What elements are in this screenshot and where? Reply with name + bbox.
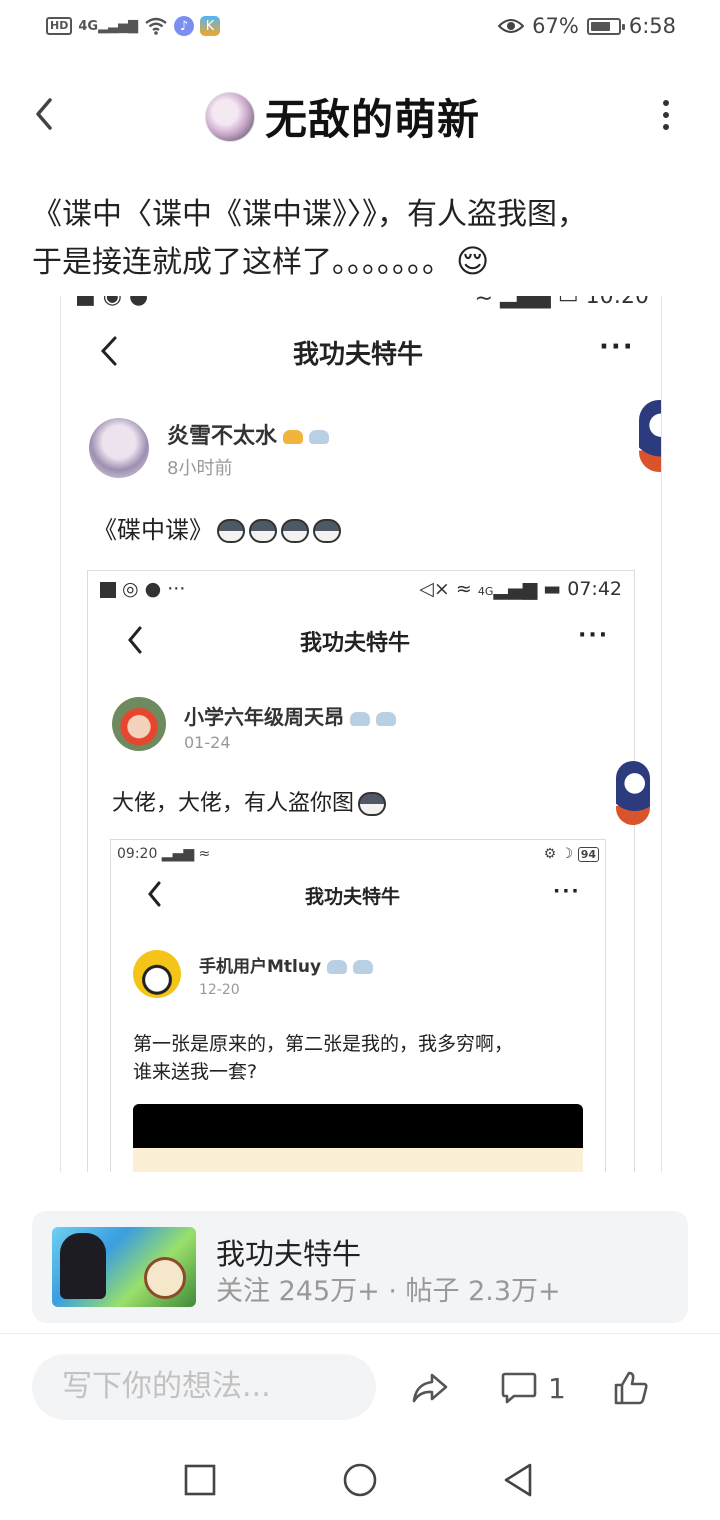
- cat-emoji-icon: [249, 519, 277, 543]
- nested-back-icon: [128, 626, 142, 654]
- nested3-body-line-1: 第一张是原来的，第二张是我的，我多穷啊，: [133, 1033, 514, 1055]
- comment-input[interactable]: 写下你的想法...: [32, 1354, 376, 1420]
- nested-statusbar: ◎ ● ··· ◁× ≈ 4G▂▄▆ ▬ 07:42: [100, 577, 622, 601]
- level-badge-icon: [283, 430, 304, 444]
- member-badge-icon: [376, 711, 396, 726]
- nested-forum-title: 我功夫特牛: [300, 631, 411, 656]
- member-badge-icon: [327, 960, 348, 974]
- member-badge-icon: [353, 960, 374, 974]
- post-content: 《谍中〈谍中《谍中谍》〉》，有人盗我图， 于是接连就成了这样了。。。。。。。 😌: [32, 192, 692, 286]
- image-user-name: 炎雪不太水: [167, 424, 278, 449]
- member-badge-icon: [350, 711, 370, 726]
- author-info[interactable]: 无敌的萌新: [205, 86, 480, 147]
- stop-icon: [100, 581, 116, 598]
- nested3-user-name: 手机用户Mtluy: [199, 957, 322, 977]
- dot: [663, 100, 669, 106]
- clock: 6:58: [628, 14, 676, 38]
- chevron-left-icon: [36, 98, 52, 130]
- thumbs-up-icon: [614, 1371, 648, 1405]
- nested3-status-time: 09:20: [117, 846, 158, 862]
- back-nav-button[interactable]: [500, 1462, 540, 1502]
- nested-user-name: 小学六年级周天昂: [184, 705, 344, 729]
- cat-emoji-icon: [313, 519, 341, 543]
- cat-emoji-icon: [358, 792, 387, 816]
- nested3-back-icon: [148, 881, 161, 907]
- dot: [663, 112, 669, 118]
- status-left-icons: HD 4G▂▃▅▇ ♪ K: [46, 16, 221, 36]
- recent-apps-button[interactable]: [182, 1462, 222, 1502]
- cellular-signal-icon: 4G▂▃▅▇: [78, 18, 139, 34]
- post-header: 无敌的萌新: [0, 70, 720, 160]
- nested-user-avatar: [112, 697, 166, 751]
- relieved-emoji: 😌: [456, 242, 490, 280]
- nested-more-icon: ···: [578, 623, 610, 648]
- author-name[interactable]: 无敌的萌新: [265, 86, 480, 147]
- status-right-icons: 67% 6:58: [498, 14, 676, 38]
- image-side-character-decoration: [639, 400, 661, 472]
- triangle-back-icon: [504, 1463, 532, 1497]
- cat-emoji-icon: [281, 519, 309, 543]
- eye-comfort-icon: [498, 19, 525, 33]
- forum-stats: 关注 245万+ · 帖子 2.3万+: [216, 1276, 561, 1307]
- member-badge-icon: [309, 430, 330, 444]
- post-image[interactable]: ■ ◉ ● ≈ ▂▄▆ ▭ 10:20 我功夫特牛 ··· 炎雪不太水 8小时前 …: [60, 296, 662, 1172]
- nested-status-time: 07:42: [567, 578, 622, 600]
- dot: [663, 124, 669, 130]
- square-icon: [184, 1464, 216, 1496]
- comment-count: 1: [548, 1371, 566, 1405]
- nested3-body-line-2: 谁来送我一套?: [133, 1061, 258, 1083]
- nested3-image-bottom: [133, 1148, 583, 1172]
- circle-icon: [343, 1463, 377, 1497]
- battery-icon: [586, 17, 625, 35]
- network-type: 4G: [78, 18, 99, 34]
- image-post-body: 《碟中谍》: [93, 516, 213, 544]
- nested-statusbar-3: 09:20 ▂▄▆ ≈ ⚙ ☽ 94: [117, 844, 599, 864]
- system-nav-bar: [0, 1440, 720, 1520]
- nested3-image-top: [133, 1104, 583, 1148]
- cat-emoji-icon: [217, 519, 245, 543]
- home-button[interactable]: [340, 1462, 380, 1502]
- image-forum-title: 我功夫特牛: [293, 340, 424, 370]
- nested-screenshot-3: 09:20 ▂▄▆ ≈ ⚙ ☽ 94 我功夫特牛 ··· 手机用户Mtluy 1…: [110, 839, 606, 1172]
- more-options-button[interactable]: [656, 100, 676, 130]
- nested3-forum-title: 我功夫特牛: [305, 886, 401, 908]
- nested3-battery: 94: [577, 847, 599, 862]
- post-text-line-2: 于是接连就成了这样了。。。。。。。: [32, 245, 452, 280]
- nested3-more-icon: ···: [553, 880, 581, 902]
- nested-status-dots: ···: [167, 578, 186, 600]
- nested3-post-time: 12-20: [199, 982, 240, 998]
- nested-post-time: 01-24: [184, 733, 231, 752]
- status-bar: HD 4G▂▃▅▇ ♪ K 67% 6:58: [0, 0, 720, 58]
- nested-side-character-decoration: [616, 761, 650, 825]
- battery-percent: 67%: [532, 14, 579, 38]
- divider: [0, 1333, 720, 1334]
- hd-icon: HD: [46, 17, 73, 35]
- app-notification-icon: K: [200, 16, 221, 36]
- nested-screenshot-2: ◎ ● ··· ◁× ≈ 4G▂▄▆ ▬ 07:42 我功夫特牛 ··· 小学六…: [87, 570, 650, 1172]
- forum-card[interactable]: 我功夫特牛 关注 245万+ · 帖子 2.3万+: [32, 1211, 688, 1323]
- image-user-avatar: [89, 418, 149, 478]
- back-button[interactable]: [26, 92, 66, 136]
- like-button[interactable]: [612, 1366, 650, 1410]
- image-more-icon: ···: [599, 332, 635, 362]
- forum-name: 我功夫特牛: [216, 1237, 362, 1271]
- post-text-line-1: 《谍中〈谍中《谍中谍》〉》，有人盗我图，: [32, 197, 587, 232]
- music-app-icon: ♪: [174, 16, 195, 36]
- image-post-time: 8小时前: [167, 458, 233, 479]
- author-avatar[interactable]: [205, 91, 255, 142]
- wifi-icon: [145, 17, 167, 35]
- image-statusbar-cropped: ■ ◉ ● ≈ ▂▄▆ ▭ 10:20: [75, 296, 649, 309]
- nested-post-body: 大佬，大佬，有人盗你图: [112, 791, 355, 816]
- share-button[interactable]: [410, 1366, 450, 1410]
- nested3-user-avatar: [133, 950, 181, 998]
- nested-network-type: 4G: [477, 585, 494, 598]
- image-back-icon: [100, 336, 117, 366]
- forum-thumbnail: [52, 1227, 196, 1307]
- comment-icon: [501, 1372, 537, 1404]
- share-icon: [412, 1373, 448, 1403]
- comment-button[interactable]: 1: [500, 1366, 566, 1410]
